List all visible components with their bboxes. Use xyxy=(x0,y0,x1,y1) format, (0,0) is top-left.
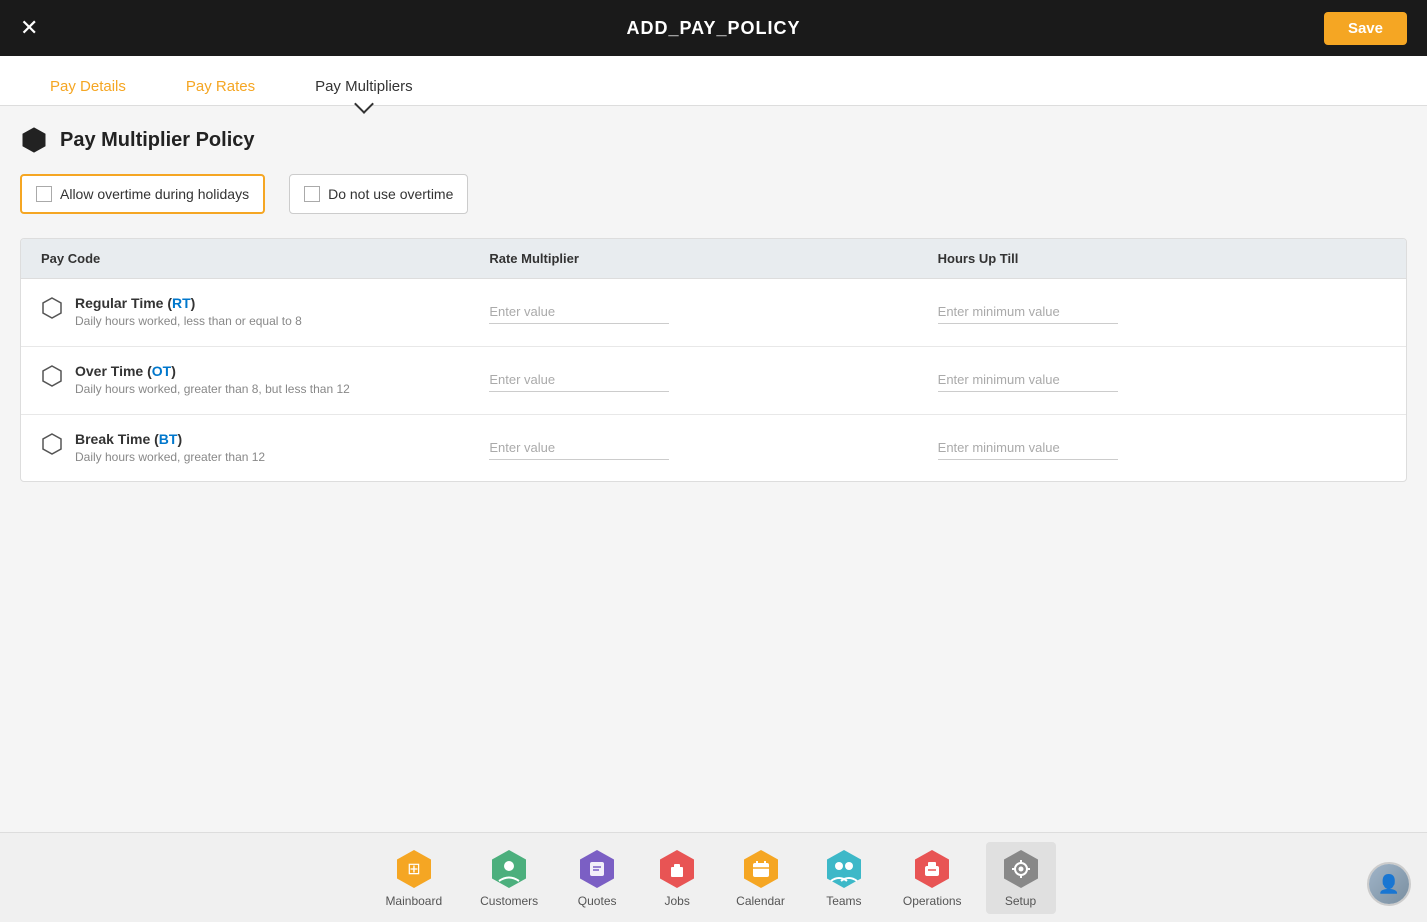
nav-item-quotes[interactable]: Quotes xyxy=(562,842,632,914)
rate-input-rt[interactable] xyxy=(489,300,669,324)
page-title: ADD_PAY_POLICY xyxy=(626,18,800,39)
nav-label-calendar: Calendar xyxy=(736,894,785,908)
nav-label-mainboard: Mainboard xyxy=(385,894,442,908)
table-row: Break Time (BT) Daily hours worked, grea… xyxy=(21,415,1406,482)
pay-code-table: Pay Code Rate Multiplier Hours Up Till R… xyxy=(20,238,1407,482)
nav-item-calendar[interactable]: Calendar xyxy=(722,842,799,914)
hours-input-rt[interactable] xyxy=(938,300,1118,324)
bottom-nav: ⊞ Mainboard Customers Quotes Jobs xyxy=(0,832,1427,922)
mainboard-icon: ⊞ xyxy=(393,848,435,890)
pay-code-desc-rt: Daily hours worked, less than or equal t… xyxy=(75,313,302,330)
avatar-image: 👤 xyxy=(1369,864,1409,904)
hex-icon xyxy=(20,126,48,154)
table-row: Over Time (OT) Daily hours worked, great… xyxy=(21,347,1406,415)
hex-icon-rt xyxy=(41,297,63,319)
hours-cell-rt xyxy=(938,300,1386,324)
main-content: Pay Multiplier Policy Allow overtime dur… xyxy=(0,106,1427,832)
top-bar: ✕ ADD_PAY_POLICY Save xyxy=(0,0,1427,56)
rate-cell-ot xyxy=(489,368,937,392)
col-pay-code: Pay Code xyxy=(41,251,489,266)
setup-icon xyxy=(1000,848,1042,890)
col-rate-multiplier: Rate Multiplier xyxy=(489,251,937,266)
pay-code-desc-ot: Daily hours worked, greater than 8, but … xyxy=(75,381,350,398)
avatar[interactable]: 👤 xyxy=(1367,862,1411,906)
quotes-icon xyxy=(576,848,618,890)
no-overtime-checkbox[interactable]: Do not use overtime xyxy=(289,174,468,214)
tab-pay-multipliers[interactable]: Pay Multipliers xyxy=(285,68,443,105)
pay-code-name-rt: Regular Time (RT) xyxy=(75,295,302,311)
pay-code-cell-ot: Over Time (OT) Daily hours worked, great… xyxy=(41,363,489,398)
pay-code-desc-bt: Daily hours worked, greater than 12 xyxy=(75,449,265,466)
section-title: Pay Multiplier Policy xyxy=(60,129,255,152)
section-header: Pay Multiplier Policy xyxy=(20,126,1407,154)
nav-label-teams: Teams xyxy=(826,894,861,908)
rate-input-ot[interactable] xyxy=(489,368,669,392)
nav-label-jobs: Jobs xyxy=(664,894,689,908)
calendar-icon xyxy=(740,848,782,890)
pay-code-name-bt: Break Time (BT) xyxy=(75,431,265,447)
rate-input-bt[interactable] xyxy=(489,436,669,460)
nav-item-teams[interactable]: Teams xyxy=(809,842,879,914)
nav-item-setup[interactable]: Setup xyxy=(986,842,1056,914)
hours-input-bt[interactable] xyxy=(938,436,1118,460)
checkbox-box-no-overtime[interactable] xyxy=(304,186,320,202)
col-hours-up-till: Hours Up Till xyxy=(938,251,1386,266)
pay-code-cell-bt: Break Time (BT) Daily hours worked, grea… xyxy=(41,431,489,466)
hex-icon-bt xyxy=(41,433,63,455)
checkboxes-row: Allow overtime during holidays Do not us… xyxy=(20,174,1407,214)
nav-item-jobs[interactable]: Jobs xyxy=(642,842,712,914)
jobs-icon xyxy=(656,848,698,890)
customers-icon xyxy=(488,848,530,890)
rate-cell-rt xyxy=(489,300,937,324)
checkbox-box-overtime[interactable] xyxy=(36,186,52,202)
nav-item-customers[interactable]: Customers xyxy=(466,842,552,914)
nav-item-mainboard[interactable]: ⊞ Mainboard xyxy=(371,842,456,914)
table-header: Pay Code Rate Multiplier Hours Up Till xyxy=(21,239,1406,279)
rate-cell-bt xyxy=(489,436,937,460)
nav-label-customers: Customers xyxy=(480,894,538,908)
allow-overtime-label: Allow overtime during holidays xyxy=(60,186,249,202)
tab-pay-details[interactable]: Pay Details xyxy=(20,68,156,105)
hours-input-ot[interactable] xyxy=(938,368,1118,392)
hours-cell-ot xyxy=(938,368,1386,392)
teams-icon xyxy=(823,848,865,890)
svg-text:⊞: ⊞ xyxy=(407,861,420,878)
nav-label-setup: Setup xyxy=(1005,894,1036,908)
allow-overtime-checkbox[interactable]: Allow overtime during holidays xyxy=(20,174,265,214)
nav-label-operations: Operations xyxy=(903,894,962,908)
operations-icon xyxy=(911,848,953,890)
nav-item-operations[interactable]: Operations xyxy=(889,842,976,914)
save-button[interactable]: Save xyxy=(1324,12,1407,45)
table-row: Regular Time (RT) Daily hours worked, le… xyxy=(21,279,1406,347)
close-button[interactable]: ✕ xyxy=(20,17,38,39)
pay-code-name-ot: Over Time (OT) xyxy=(75,363,350,379)
hours-cell-bt xyxy=(938,436,1386,460)
hex-icon-ot xyxy=(41,365,63,387)
pay-code-cell-rt: Regular Time (RT) Daily hours worked, le… xyxy=(41,295,489,330)
nav-label-quotes: Quotes xyxy=(578,894,617,908)
no-overtime-label: Do not use overtime xyxy=(328,186,453,202)
tab-pay-rates[interactable]: Pay Rates xyxy=(156,68,285,105)
tab-bar: Pay Details Pay Rates Pay Multipliers xyxy=(0,56,1427,106)
